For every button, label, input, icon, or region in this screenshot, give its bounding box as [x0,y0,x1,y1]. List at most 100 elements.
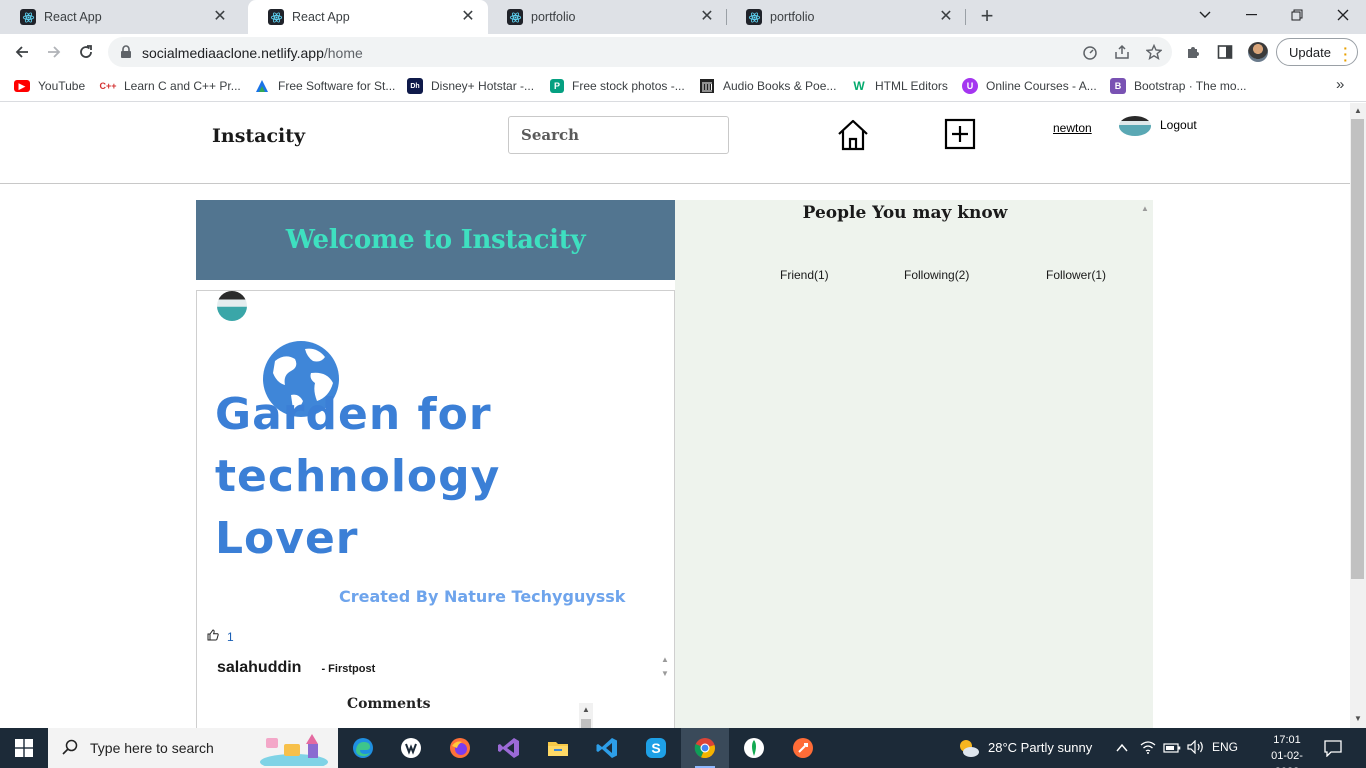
share-icon[interactable] [1114,44,1130,60]
reload-icon[interactable] [73,39,99,65]
weather-text[interactable]: 28°C Partly sunny [988,740,1092,755]
close-icon[interactable]: ✕ [699,9,715,25]
bookmark-hotstar[interactable]: Dh Disney+ Hotstar -... [407,77,534,95]
new-tab-button[interactable]: + [976,5,998,28]
like-count: 1 [227,629,234,644]
url-text: socialmediaaclone.netlify.app/home [142,45,363,61]
close-icon[interactable]: ✕ [460,9,476,25]
scroll-down-icon[interactable]: ▼ [1354,714,1362,723]
post-image: Garden for technology Lover Created By N… [215,339,655,619]
logout-link[interactable]: Logout [1160,118,1197,132]
post-author[interactable]: salahuddin [217,659,301,677]
scroll-up-icon[interactable]: ▲ [1141,204,1149,213]
tab-friends[interactable]: Friend(1) [780,268,829,282]
address-bar[interactable]: socialmediaaclone.netlify.app/home [108,37,1172,67]
side-panel-icon[interactable] [1217,44,1233,60]
bookmark-stock-photos[interactable]: P Free stock photos -... [550,77,685,95]
tab-following[interactable]: Following(2) [904,268,969,282]
lock-icon[interactable] [120,45,132,62]
volume-icon[interactable] [1187,739,1205,757]
scroll-up-icon[interactable]: ▲ [657,653,673,667]
vscode-icon[interactable] [583,728,631,768]
udemy-icon: U [962,78,978,94]
postman-icon[interactable] [779,728,827,768]
bookmark-bootstrap[interactable]: B Bootstrap · The mo... [1110,77,1247,95]
minimize-button[interactable] [1228,0,1274,30]
taskbar-search-placeholder: Type here to search [90,740,214,756]
scroll-up-icon[interactable]: ▲ [579,703,593,717]
bookmark-free-software[interactable]: Free Software for St... [254,77,395,95]
bookmark-html-editors[interactable]: W HTML Editors [851,77,948,95]
tab-divider [965,9,966,25]
close-icon[interactable]: ✕ [212,9,228,25]
extensions-icon[interactable] [1185,44,1201,60]
browser-tab[interactable]: React App ✕ [0,0,240,34]
bookmark-audio-books[interactable]: Audio Books & Poe... [699,77,836,95]
tab-title: portfolio [531,10,576,24]
bookmark-online-courses[interactable]: U Online Courses - A... [962,77,1097,95]
performance-icon[interactable] [1082,44,1098,60]
home-icon[interactable] [835,117,871,153]
bookmark-star-icon[interactable] [1145,43,1163,60]
language-indicator[interactable]: ENG [1212,740,1238,754]
battery-icon[interactable] [1163,742,1181,756]
close-icon[interactable]: ✕ [938,9,954,25]
browser-tab[interactable]: portfolio ✕ [726,0,966,34]
search-input[interactable] [508,116,729,154]
forward-arrow-icon[interactable] [41,39,67,65]
post-image-line: Garden for [215,389,492,440]
post-caption: - Firstpost [321,663,376,675]
tab-search-icon[interactable] [1182,0,1228,30]
restore-button[interactable] [1274,0,1320,30]
profile-avatar[interactable] [1248,42,1268,62]
caption-scrollbar[interactable]: ▲ ▼ [657,653,673,687]
wifi-icon[interactable] [1140,740,1156,757]
close-window-button[interactable] [1320,0,1366,30]
username-link[interactable]: newton [1053,121,1092,135]
comments-scrollbar[interactable]: ▲ [579,703,593,728]
page-scrollbar[interactable]: ▲ ▼ [1350,103,1366,728]
edge-icon[interactable] [339,728,387,768]
notification-icon[interactable] [1324,739,1342,760]
browser-tab-active[interactable]: React App ✕ [248,0,488,34]
scroll-thumb[interactable] [581,719,591,728]
bookmark-label: Learn C and C++ Pr... [124,79,241,93]
app-brand[interactable]: Instacity [212,125,305,147]
back-arrow-icon[interactable] [9,39,35,65]
post-author-avatar[interactable] [217,291,247,321]
windows-start-icon[interactable] [0,728,48,768]
taskbar-search-box[interactable]: Type here to search [48,728,338,768]
mongodb-icon[interactable] [730,728,778,768]
add-post-icon[interactable] [944,118,976,150]
update-button[interactable]: Update · · · [1276,38,1358,67]
react-icon [268,9,284,25]
like-row: 1 [207,629,234,644]
chrome-icon[interactable] [681,728,729,768]
thumbs-up-icon[interactable] [207,629,219,644]
visual-studio-icon[interactable] [485,728,533,768]
user-avatar[interactable] [1119,116,1151,136]
bookmark-label: Audio Books & Poe... [723,79,837,93]
weather-icon[interactable] [956,736,980,763]
update-label: Update [1289,44,1331,60]
bookmark-label: Disney+ Hotstar -... [431,79,535,93]
bookmark-youtube[interactable]: ▶ YouTube [14,77,85,95]
library-icon [699,78,715,94]
scroll-up-icon[interactable]: ▲ [1354,106,1362,115]
skype-icon[interactable]: S [632,728,680,768]
bookmarks-overflow-icon[interactable]: » [1336,76,1344,93]
browser-tab[interactable]: portfolio ✕ [487,0,727,34]
tab-followers[interactable]: Follower(1) [1046,268,1106,282]
post-image-credit: Created By Nature Techyguyssk [339,587,626,606]
bookmark-label: Free stock photos -... [572,79,685,93]
scroll-down-icon[interactable]: ▼ [657,667,673,681]
whiteboard-icon[interactable] [387,728,435,768]
bookmark-learn-c[interactable]: C++ Learn C and C++ Pr... [100,77,241,95]
firefox-icon[interactable] [436,728,484,768]
youtube-icon: ▶ [14,80,30,92]
file-explorer-icon[interactable] [534,728,582,768]
system-clock[interactable]: 17:01 01-02-2023 [1262,732,1312,768]
scroll-thumb[interactable] [1351,119,1364,579]
clock-time: 17:01 [1273,734,1301,746]
chevron-up-icon[interactable] [1116,742,1128,756]
